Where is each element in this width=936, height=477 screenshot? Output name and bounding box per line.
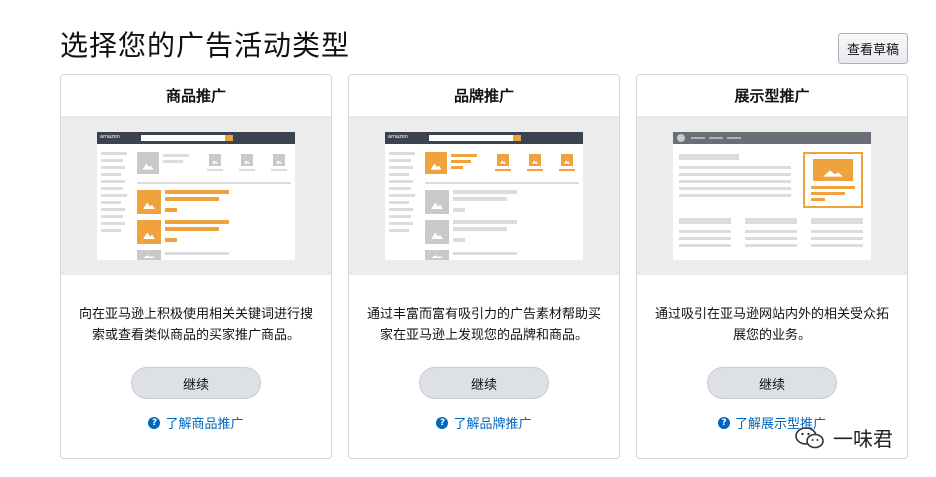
card-title: 商品推广 bbox=[61, 75, 331, 117]
watermark-text: 一味君 bbox=[833, 427, 893, 451]
view-drafts-button[interactable]: 查看草稿 bbox=[838, 33, 908, 64]
card-description: 向在亚马逊上积极使用相关关键词进行搜索或查看类似商品的买家推广商品。 bbox=[79, 307, 314, 343]
wechat-icon bbox=[795, 426, 825, 450]
mock-search-results-page: amazon bbox=[385, 132, 583, 260]
card-sponsored-brands[interactable]: 品牌推广 amazon 通过丰富而富有吸引力的广告素材帮助买家在亚马逊上发现您的… bbox=[348, 74, 620, 459]
card-description: 通过丰富而富有吸引力的广告素材帮助买家在亚马逊上发现您的品牌和商品。 bbox=[367, 307, 602, 343]
card-preview-image: amazon bbox=[349, 117, 619, 275]
learn-more-link[interactable]: ? 了解商品推广 bbox=[61, 413, 331, 432]
watermark: 一味君 bbox=[795, 423, 893, 452]
learn-more-link[interactable]: ? 了解品牌推广 bbox=[349, 413, 619, 432]
page-title: 选择您的广告活动类型 bbox=[60, 29, 351, 62]
mock-search-results-page: amazon bbox=[97, 132, 295, 260]
card-title: 品牌推广 bbox=[349, 75, 619, 117]
card-preview-image bbox=[637, 117, 907, 275]
card-title: 展示型推广 bbox=[637, 75, 907, 117]
card-sponsored-display[interactable]: 展示型推广 通过吸引在亚马逊网站内外的相关受众拓展您的业务。 继续 ? 了解展示… bbox=[636, 74, 908, 459]
card-description: 通过吸引在亚马逊网站内外的相关受众拓展您的业务。 bbox=[655, 307, 890, 343]
help-circle-icon: ? bbox=[148, 416, 161, 429]
card-preview-image: amazon bbox=[61, 117, 331, 275]
mock-website-page bbox=[673, 132, 871, 260]
help-circle-icon: ? bbox=[436, 416, 449, 429]
mock-logo: amazon bbox=[388, 134, 408, 140]
continue-button[interactable]: 继续 bbox=[131, 367, 261, 399]
card-sponsored-products[interactable]: 商品推广 amazon 向在亚马逊上积极使用相关关键词进行搜索或查看类似商品的买… bbox=[60, 74, 332, 459]
help-circle-icon: ? bbox=[717, 416, 730, 429]
learn-more-label: 了解商品推广 bbox=[165, 417, 244, 432]
mock-logo: amazon bbox=[100, 134, 120, 140]
continue-button[interactable]: 继续 bbox=[419, 367, 549, 399]
continue-button[interactable]: 继续 bbox=[707, 367, 837, 399]
learn-more-label: 了解品牌推广 bbox=[453, 417, 532, 432]
